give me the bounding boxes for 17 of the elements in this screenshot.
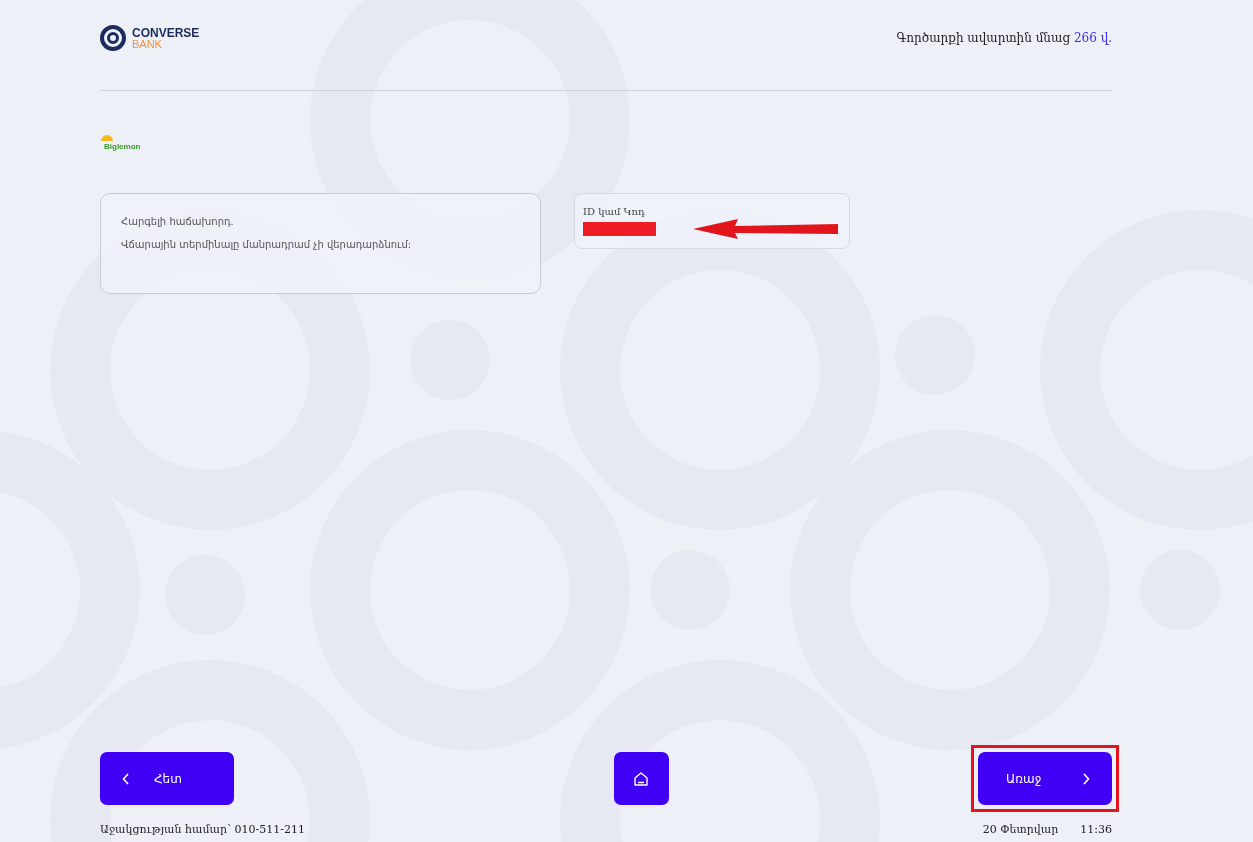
bank-name: CONVERSE <box>132 26 200 39</box>
session-timer-text: Գործարքի ավարտին մնաց 266 վ. <box>896 31 1112 45</box>
next-button[interactable]: Առաջ <box>978 752 1112 805</box>
info-text: Վճարային տերմինալը մանրադրամ չի վերադարձնում: <box>121 239 413 250</box>
chevron-right-icon <box>1082 772 1090 785</box>
info-text: Հարգելի հաճախորդ. <box>121 216 235 227</box>
back-button[interactable]: Հետ <box>100 752 234 805</box>
bank-logo-icon <box>100 25 126 51</box>
bank-subtitle: BANK <box>132 38 163 50</box>
home-button[interactable] <box>613 752 669 805</box>
date-text: 20 Փետրվար <box>982 823 1059 836</box>
merchant-logo-text: Biglemon <box>104 142 141 151</box>
support-phone-text: Աջակցության համար՝ 010-511-211 <box>100 823 305 836</box>
field-label: ID կամ Կոդ <box>583 206 646 217</box>
time-text: 11:36 <box>1080 823 1112 836</box>
chevron-left-icon <box>122 772 130 785</box>
home-icon <box>633 770 650 787</box>
